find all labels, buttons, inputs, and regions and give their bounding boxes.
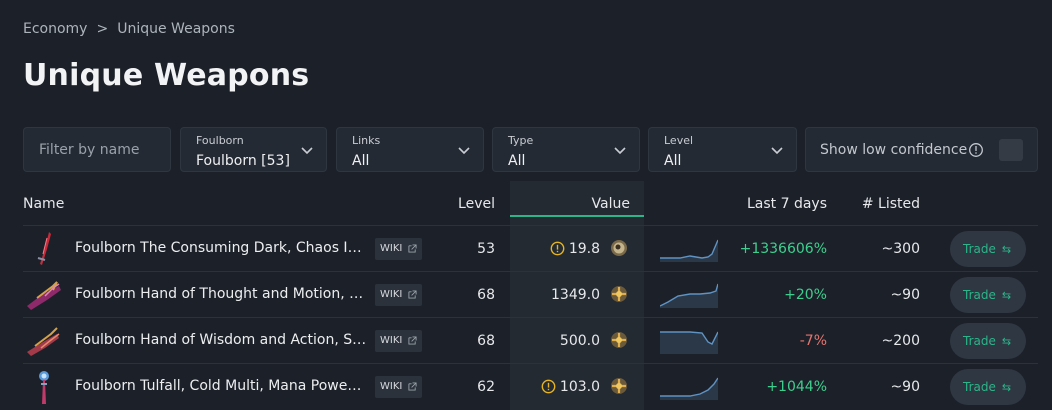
price-sparkline — [660, 283, 718, 308]
external-link-icon — [408, 244, 417, 253]
foulborn-filter-select[interactable]: Foulborn Foulborn [53] — [180, 127, 327, 172]
chevron-down-icon — [614, 147, 626, 155]
swap-icon: ⇆ — [1001, 381, 1012, 394]
column-header-last-7-days[interactable]: Last 7 days — [747, 196, 827, 212]
column-header-level[interactable]: Level — [458, 196, 495, 212]
trade-label: Trade — [963, 334, 996, 348]
trade-button[interactable]: Trade ⇆ — [950, 369, 1026, 405]
external-link-icon — [408, 290, 417, 299]
table-row[interactable]: Foulborn Hand of Thought and Motion, St.… — [23, 272, 1038, 318]
item-name[interactable]: Foulborn Tulfall, Cold Multi, Mana Power… — [75, 378, 367, 394]
level-filter-value: All — [664, 153, 682, 169]
chaos-orb-icon — [611, 378, 627, 394]
swap-icon: ⇆ — [1001, 243, 1012, 256]
low-confidence-label: Show low confidence — [820, 142, 968, 158]
item-value: 19.8 — [568, 241, 600, 257]
trade-button[interactable]: Trade ⇆ — [950, 277, 1026, 313]
wiki-label: WIKI — [380, 381, 403, 392]
foulborn-filter-value: Foulborn [53] — [196, 153, 290, 169]
swap-icon: ⇆ — [1001, 289, 1012, 302]
chaos-orb-icon — [611, 332, 627, 348]
chevron-down-icon — [301, 147, 313, 155]
breadcrumb-economy-link[interactable]: Economy — [23, 21, 87, 37]
type-filter-select[interactable]: Type All — [492, 127, 640, 172]
wiki-label: WIKI — [380, 335, 403, 346]
column-header-name[interactable]: Name — [23, 196, 64, 212]
listed-count: ~90 — [890, 379, 920, 395]
wiki-label: WIKI — [380, 289, 403, 300]
listed-count: ~90 — [890, 287, 920, 303]
wiki-link[interactable]: WIKI — [375, 376, 422, 398]
external-link-icon — [408, 336, 417, 345]
column-header-listed[interactable]: # Listed — [862, 196, 920, 212]
divine-orb-icon — [611, 240, 627, 256]
table-row[interactable]: Foulborn Tulfall, Cold Multi, Mana Power… — [23, 364, 1038, 410]
type-filter-value: All — [508, 153, 526, 169]
wiki-link[interactable]: WIKI — [375, 330, 422, 352]
wiki-label: WIKI — [380, 243, 403, 254]
item-value: 103.0 — [559, 379, 600, 395]
chaos-orb-icon — [611, 286, 627, 302]
level-filter-label: Level — [664, 134, 694, 147]
item-level: 68 — [477, 287, 495, 303]
sceptre-icon — [39, 371, 49, 404]
dagger-icon — [37, 232, 51, 265]
low-confidence-checkbox[interactable] — [999, 139, 1023, 161]
breadcrumb-current: Unique Weapons — [117, 21, 235, 37]
trade-label: Trade — [963, 288, 996, 302]
listed-count: ~300 — [881, 241, 920, 257]
wiki-link[interactable]: WIKI — [375, 238, 422, 260]
name-filter-input[interactable]: Filter by name — [23, 127, 171, 172]
item-name[interactable]: Foulborn The Consuming Dark, Chaos Igni.… — [75, 240, 367, 256]
trade-button[interactable]: Trade ⇆ — [950, 323, 1026, 359]
trade-label: Trade — [963, 380, 996, 394]
info-icon[interactable] — [968, 142, 984, 158]
page-title: Unique Weapons — [23, 58, 310, 93]
breadcrumb-separator: > — [96, 21, 109, 37]
sort-indicator — [510, 215, 644, 217]
claw-icon — [27, 327, 60, 356]
trade-label: Trade — [963, 242, 996, 256]
price-change: -7% — [799, 333, 827, 349]
price-sparkline — [660, 377, 718, 400]
listed-count: ~200 — [881, 333, 920, 349]
price-change: +1336606% — [739, 241, 827, 257]
price-sparkline — [660, 239, 718, 262]
table-row[interactable]: Foulborn The Consuming Dark, Chaos Igni.… — [23, 226, 1038, 272]
links-filter-value: All — [352, 153, 370, 169]
level-filter-select[interactable]: Level All — [648, 127, 797, 172]
low-confidence-warning-icon — [550, 241, 565, 256]
item-name[interactable]: Foulborn Hand of Thought and Motion, St.… — [75, 286, 367, 302]
item-value: 500.0 — [559, 333, 600, 349]
item-name[interactable]: Foulborn Hand of Wisdom and Action, Str.… — [75, 332, 367, 348]
item-value: 1349.0 — [551, 287, 600, 303]
price-change: +1044% — [766, 379, 827, 395]
chevron-down-icon — [458, 147, 470, 155]
type-filter-label: Type — [508, 134, 534, 147]
item-level: 53 — [477, 241, 495, 257]
claw-icon — [27, 281, 61, 310]
swap-icon: ⇆ — [1001, 335, 1012, 348]
price-sparkline — [660, 331, 718, 354]
wiki-link[interactable]: WIKI — [375, 284, 422, 306]
links-filter-label: Links — [352, 134, 381, 147]
foulborn-filter-label: Foulborn — [196, 134, 244, 147]
low-confidence-warning-icon — [541, 379, 556, 394]
price-change: +20% — [784, 287, 827, 303]
name-filter-placeholder: Filter by name — [39, 142, 140, 158]
table-row[interactable]: Foulborn Hand of Wisdom and Action, Str.… — [23, 318, 1038, 364]
trade-button[interactable]: Trade ⇆ — [950, 231, 1026, 267]
item-level: 68 — [477, 333, 495, 349]
links-filter-select[interactable]: Links All — [336, 127, 484, 172]
breadcrumb: Economy > Unique Weapons — [23, 21, 235, 37]
item-level: 62 — [477, 379, 495, 395]
column-header-value[interactable]: Value — [592, 196, 630, 212]
chevron-down-icon — [771, 147, 783, 155]
low-confidence-toggle[interactable]: Show low confidence — [805, 127, 1038, 172]
external-link-icon — [408, 382, 417, 391]
